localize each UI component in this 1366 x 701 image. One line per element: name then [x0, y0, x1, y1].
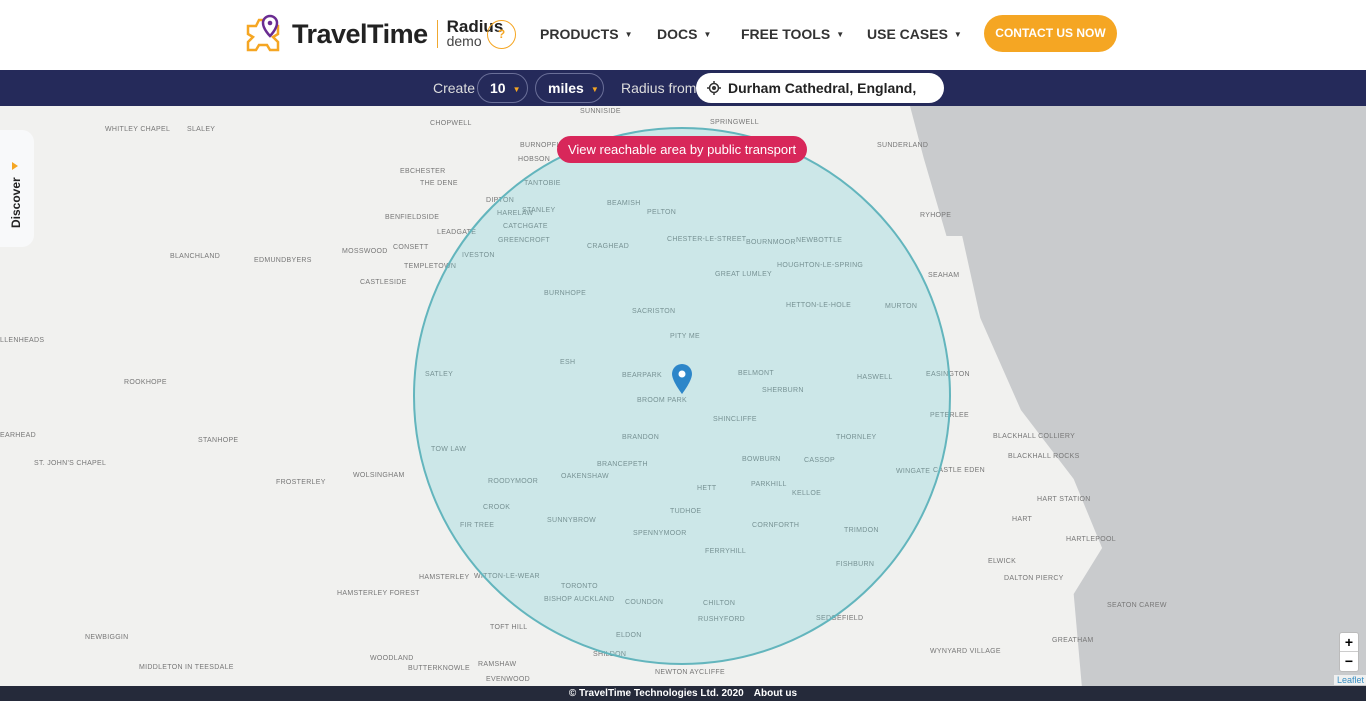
- place-label: BENFIELDSIDE: [385, 214, 440, 221]
- logo[interactable]: TravelTime Radius demo: [240, 14, 503, 54]
- nav-free-tools[interactable]: FREE TOOLS ▼: [741, 26, 844, 42]
- header: TravelTime Radius demo ? PRODUCTS ▼ DOCS ▼ …: [0, 0, 1366, 70]
- place-label: FROSTERLEY: [276, 479, 326, 486]
- discover-label: Discover: [9, 177, 23, 228]
- place-label: SPRINGWELL: [710, 119, 759, 126]
- brand-name: TravelTime: [292, 18, 428, 49]
- place-label: GREATHAM: [1052, 637, 1094, 644]
- nav-label: DOCS: [657, 26, 698, 42]
- contact-us-button[interactable]: CONTACT US NOW: [984, 15, 1117, 52]
- place-label: SEAHAM: [928, 272, 960, 279]
- place-label: LLENHEADS: [0, 337, 45, 344]
- distance-select[interactable]: 10 ▼: [477, 73, 528, 103]
- place-label: NEWTON AYCLIFFE: [655, 669, 725, 676]
- divider: [436, 20, 438, 48]
- caret-down-icon: ▼: [590, 85, 599, 94]
- discover-panel-toggle[interactable]: Discover: [0, 130, 34, 247]
- place-label: SUNDERLAND: [877, 142, 929, 149]
- place-label: HARTLEPOOL: [1066, 536, 1116, 543]
- place-label: SLALEY: [187, 126, 216, 133]
- place-label: DALTON PIERCY: [1004, 575, 1064, 582]
- footer: © TravelTime Technologies Ltd. 2020 About…: [0, 686, 1366, 701]
- radius-from-label: Radius from: [621, 80, 697, 96]
- place-label: THE DENE: [420, 180, 458, 187]
- caret-down-icon: ▼: [953, 30, 962, 39]
- place-label: HAMSTERLEY FOREST: [337, 590, 420, 597]
- help-button[interactable]: ?: [487, 20, 516, 49]
- place-label: WOODLAND: [370, 655, 414, 662]
- map-pin-icon[interactable]: [672, 364, 692, 394]
- nav-docs[interactable]: DOCS ▼: [657, 26, 711, 42]
- place-label: EARHEAD: [0, 432, 36, 439]
- caret-down-icon: ▼: [624, 30, 633, 39]
- place-label: EDMUNDBYERS: [254, 257, 312, 264]
- place-label: SUNNISIDE: [580, 108, 621, 115]
- traveltime-logo-icon: [246, 14, 280, 52]
- place-label: SEATON CAREW: [1107, 602, 1167, 609]
- nav-label: USE CASES: [867, 26, 948, 42]
- place-label: CHOPWELL: [430, 120, 472, 127]
- place-label: TOFT HILL: [490, 624, 528, 631]
- radius-toolbar: Create 10 ▼ miles ▼ Radius from Durham Cat…: [0, 70, 1366, 126]
- nav-products[interactable]: PRODUCTS ▼: [540, 26, 632, 42]
- place-label: HAMSTERLEY: [419, 574, 470, 581]
- place-label: ROOKHOPE: [124, 379, 167, 386]
- nav-use-cases[interactable]: USE CASES ▼: [867, 26, 962, 42]
- place-label: BUTTERKNOWLE: [408, 665, 470, 672]
- locate-icon[interactable]: [707, 81, 721, 95]
- place-label: BLACKHALL ROCKS: [1008, 453, 1080, 460]
- location-input[interactable]: Durham Cathedral, England, Uni...: [696, 73, 944, 126]
- place-label: RAMSHAW: [478, 661, 517, 668]
- about-us-link[interactable]: About us: [754, 688, 797, 699]
- place-label: ELWICK: [988, 558, 1017, 565]
- place-label: CASTLESIDE: [360, 279, 407, 286]
- place-label: RYHOPE: [920, 212, 952, 219]
- place-label: WYNYARD VILLAGE: [930, 648, 1001, 655]
- place-label: WHITLEY CHAPEL: [105, 126, 171, 133]
- caret-down-icon: ▼: [836, 30, 845, 39]
- sea: [910, 106, 1366, 236]
- place-label: MIDDLETON IN TEESDALE: [139, 664, 234, 671]
- caret-down-icon: ▼: [703, 30, 712, 39]
- public-transport-button[interactable]: View reachable area by public transport: [557, 136, 807, 163]
- zoom-out-button[interactable]: −: [1340, 652, 1358, 671]
- place-label: CONSETT: [393, 244, 429, 251]
- place-label: NEWBIGGIN: [85, 634, 129, 641]
- arrow-right-icon: [12, 162, 18, 170]
- nav-label: FREE TOOLS: [741, 26, 831, 42]
- place-label: EBCHESTER: [400, 168, 446, 175]
- copyright: © TravelTime Technologies Ltd. 2020: [568, 688, 744, 699]
- distance-value: 10: [490, 80, 506, 96]
- zoom-control: + −: [1339, 632, 1359, 672]
- zoom-in-button[interactable]: +: [1340, 633, 1358, 652]
- nav-label: PRODUCTS: [540, 26, 619, 42]
- create-label: Create: [433, 80, 476, 96]
- leaflet-attribution-link[interactable]: Leaflet: [1334, 675, 1366, 685]
- radius-area: [413, 127, 951, 665]
- place-label: MOSSWOOD: [342, 248, 388, 255]
- place-label: WOLSINGHAM: [353, 472, 405, 479]
- caret-down-icon: ▼: [512, 85, 521, 94]
- place-label: ST. JOHN'S CHAPEL: [34, 460, 107, 467]
- map[interactable]: WHITLEY CHAPEL SLALEY CHOPWELL SUNNISIDE SPR…: [0, 106, 1366, 686]
- place-label: BLANCHLAND: [170, 253, 221, 260]
- place-label: EVENWOOD: [486, 676, 531, 683]
- place-label: HART: [1012, 516, 1033, 523]
- place-label: HART STATION: [1037, 496, 1091, 503]
- place-label: STANHOPE: [198, 437, 239, 444]
- unit-select[interactable]: miles ▼: [535, 73, 604, 103]
- place-label: HOBSON: [518, 156, 551, 163]
- place-label: BLACKHALL COLLIERY: [993, 433, 1076, 440]
- unit-value: miles: [548, 80, 584, 96]
